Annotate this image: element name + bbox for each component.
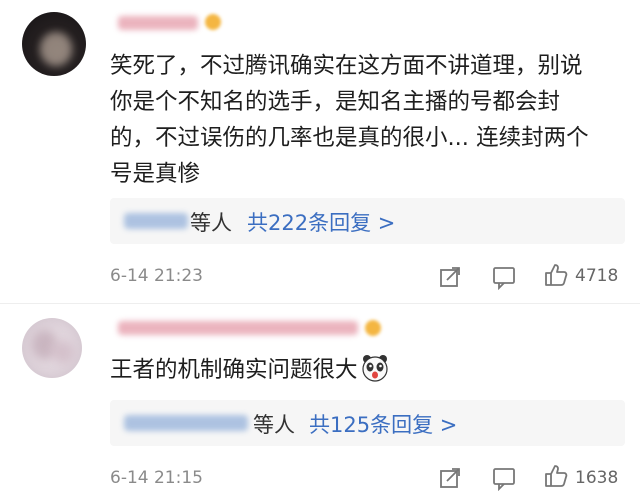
like-count: 1638: [575, 468, 619, 488]
view-replies-link[interactable]: 共222条回复 >: [247, 207, 395, 237]
like-icon[interactable]: [543, 262, 569, 288]
comment-text: 王者的机制确实问题很大: [110, 352, 630, 388]
share-icon[interactable]: [437, 465, 463, 491]
view-replies-link[interactable]: 共125条回复 >: [309, 409, 457, 439]
share-icon[interactable]: [437, 264, 463, 290]
reply-summary[interactable]: 等人 共222条回复 >: [110, 198, 625, 244]
comment-item: 笑死了，不过腾讯确实在这方面不讲道理，别说 你是个不知名的选手，是知名主播的号都…: [0, 0, 640, 300]
comment-icon[interactable]: [491, 264, 517, 290]
like-count: 4718: [575, 266, 619, 286]
avatar[interactable]: [22, 12, 86, 76]
reply-summary[interactable]: 等人 共125条回复 >: [110, 400, 625, 446]
like-icon[interactable]: [543, 463, 569, 489]
comment-icon[interactable]: [491, 465, 517, 491]
username-blurred[interactable]: [118, 16, 198, 30]
reply-others-label: 等人: [253, 413, 295, 437]
user-badge-icon: [365, 320, 381, 336]
comment-time: 6-14 21:23: [110, 266, 203, 286]
comment-time: 6-14 21:15: [110, 468, 203, 488]
replier-names-blurred: [124, 415, 248, 431]
replier-names-blurred: [124, 213, 188, 229]
avatar[interactable]: [22, 318, 82, 378]
comment-text: 笑死了，不过腾讯确实在这方面不讲道理，别说 你是个不知名的选手，是知名主播的号都…: [110, 53, 589, 187]
panda-face-icon: [361, 355, 388, 382]
reply-others-label: 等人: [190, 211, 232, 235]
comment-item: 王者的机制确实问题很大 等人 共125条回复 > 6-14 21:15 1638: [0, 304, 640, 502]
user-badge-icon: [205, 14, 221, 30]
username-blurred[interactable]: [118, 321, 358, 335]
